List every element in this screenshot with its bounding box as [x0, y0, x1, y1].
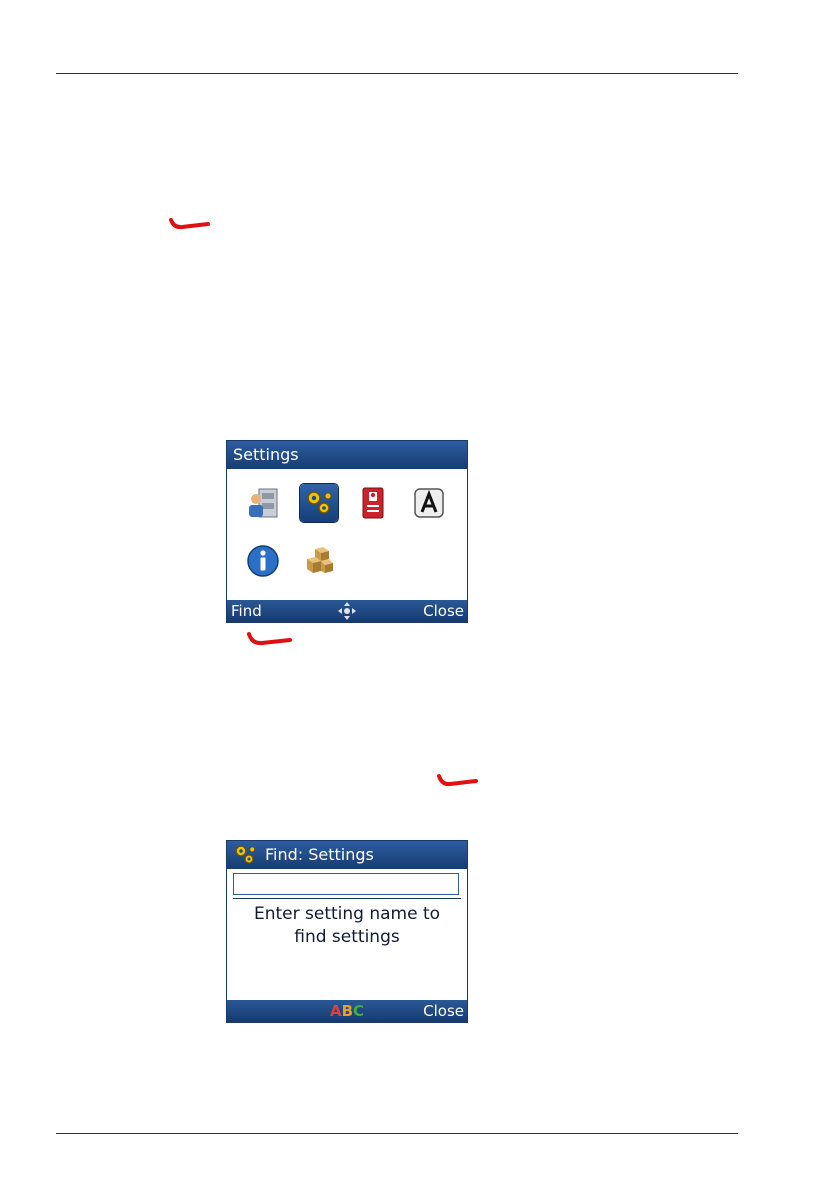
end-key-icon: [437, 774, 478, 787]
end-key-icon: [169, 218, 210, 230]
settings-title-bar: Settings: [227, 441, 467, 469]
screen-title: Settings: [233, 445, 299, 464]
input-mode-abc-icon[interactable]: ABC: [330, 1000, 364, 1022]
footer-rule: [56, 1133, 738, 1134]
close-softkey[interactable]: Close: [423, 600, 464, 622]
packages-icon[interactable]: [300, 542, 338, 580]
header-rule: [56, 73, 738, 74]
hint-line: Enter setting name to: [253, 904, 441, 924]
divider: [233, 898, 461, 899]
font-a-icon[interactable]: [410, 484, 448, 522]
settings-softkey-bar: Find Close: [227, 600, 467, 622]
abc-letters: ABC: [329, 1002, 365, 1020]
navigation-arrows-icon: [337, 600, 357, 627]
setting-search-input[interactable]: [233, 873, 459, 895]
info-icon[interactable]: [244, 542, 282, 580]
end-key-icon: [247, 632, 292, 646]
find-title-bar: Find: Settings: [227, 841, 467, 869]
search-hint: Enter setting name to find settings: [227, 903, 467, 949]
close-softkey[interactable]: Close: [423, 1000, 464, 1022]
contact-card-icon[interactable]: [354, 484, 392, 522]
find-softkey[interactable]: Find: [231, 600, 262, 622]
gears-icon[interactable]: [300, 484, 338, 522]
settings-screen: Settings Find Close: [226, 440, 468, 623]
hint-line: find settings: [294, 927, 400, 947]
screen-title: Find: Settings: [265, 845, 374, 864]
find-settings-screen: Find: Settings Enter setting name to fin…: [226, 840, 468, 1023]
find-softkey-bar: ABC Close: [227, 1000, 467, 1022]
user-records-icon[interactable]: [244, 484, 282, 522]
gears-icon: [233, 843, 257, 867]
